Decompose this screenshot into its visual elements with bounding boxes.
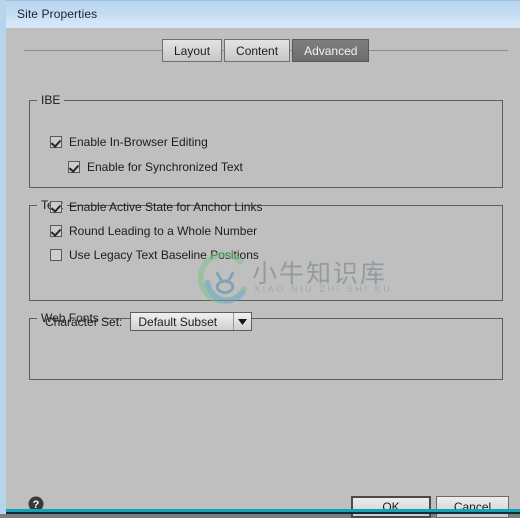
checkbox-round-leading-to-a-whole-number[interactable]: Round Leading to a Whole Number: [50, 223, 257, 239]
checkbox-box-icon[interactable]: [68, 161, 80, 173]
checkbox-box-icon[interactable]: [50, 249, 62, 261]
character-set-dropdown[interactable]: Default Subset: [130, 312, 253, 331]
checkbox-enable-for-synchronized-text[interactable]: Enable for Synchronized Text: [68, 159, 243, 175]
dialog-titlebar: Site Properties: [6, 0, 520, 28]
tab-content-label: Content: [236, 43, 279, 58]
window-bottom-accent: [6, 509, 520, 514]
cancel-button[interactable]: Cancel: [436, 496, 509, 518]
tab-content[interactable]: Content: [224, 39, 291, 62]
checkbox-use-legacy-text-baseline-positions[interactable]: Use Legacy Text Baseline Positions: [50, 247, 259, 263]
site-properties-dialog: Site Properties Layout Content Advanced …: [0, 0, 520, 518]
checkbox-enable-active-state-for-anchor-links[interactable]: Enable Active State for Anchor Links: [50, 199, 262, 215]
character-set-row: Character Set: Default Subset: [45, 312, 253, 331]
character-set-label: Character Set:: [45, 314, 123, 329]
tab-advanced[interactable]: Advanced: [292, 39, 370, 62]
checkbox-box-icon[interactable]: [50, 225, 62, 237]
checkbox-enable-in-browser-editing[interactable]: Enable In-Browser Editing: [50, 134, 208, 150]
tab-strip: Layout Content Advanced: [12, 39, 520, 63]
chevron-down-icon[interactable]: [234, 313, 251, 330]
group-ibe-legend: IBE: [37, 93, 65, 107]
dialog-title: Site Properties: [17, 7, 98, 21]
checkbox-label: Use Legacy Text Baseline Positions: [69, 248, 259, 262]
checkbox-box-icon[interactable]: [50, 201, 62, 213]
checkbox-label: Round Leading to a Whole Number: [69, 224, 258, 238]
checkbox-label: Enable Active State for Anchor Links: [69, 200, 263, 214]
dialog-client-area: Layout Content Advanced IBE Enable In-Br…: [12, 28, 520, 518]
tab-advanced-label: Advanced: [304, 43, 358, 58]
character-set-value: Default Subset: [138, 314, 218, 329]
tab-list: Layout Content Advanced: [162, 39, 371, 62]
checkbox-box-icon[interactable]: [50, 136, 62, 148]
checkbox-label: Enable In-Browser Editing: [69, 135, 208, 149]
tab-layout[interactable]: Layout: [162, 39, 223, 62]
tab-layout-label: Layout: [174, 43, 211, 58]
ok-button[interactable]: OK: [351, 496, 431, 518]
checkbox-label: Enable for Synchronized Text: [87, 160, 243, 174]
